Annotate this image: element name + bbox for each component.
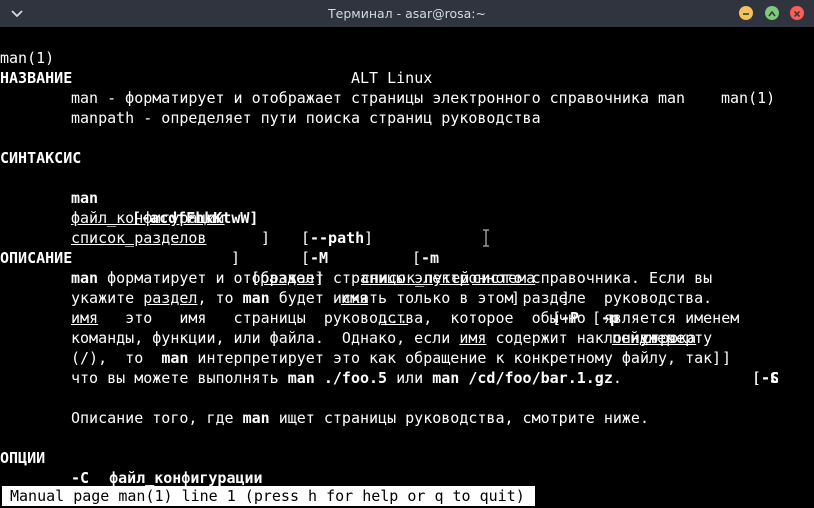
desc-text: что вы можете выполнять bbox=[71, 369, 288, 387]
option-arg: файл_конфигурации bbox=[109, 469, 263, 487]
desc-line-6: что вы можете выполнять man ./foo.5 или … bbox=[71, 368, 622, 388]
desc-text: форматирует и отображает страницы электр… bbox=[98, 269, 713, 287]
desc-man: man bbox=[71, 269, 99, 287]
section-description-heading: ОПИСАНИЕ bbox=[0, 249, 73, 267]
desc-man: man bbox=[242, 409, 270, 427]
syn-bracket: [ bbox=[412, 249, 422, 267]
syn-section-list: список_разделов bbox=[71, 229, 207, 247]
name-line-2: manpath - определяет пути поиска страниц… bbox=[71, 109, 541, 127]
desc-text: ищет страницы руководства, смотрите ниже… bbox=[269, 409, 649, 427]
header-center: ALT Linux bbox=[351, 69, 433, 87]
terminal-area[interactable]: man(1) ALT Linux man(1) НАЗВАНИЕ man - ф… bbox=[0, 27, 814, 508]
syn-S: -S bbox=[761, 369, 780, 387]
syn-m: -m bbox=[421, 249, 440, 267]
window-title: Терминал - asar@rosa:~ bbox=[328, 6, 486, 21]
window-titlebar[interactable]: Терминал - asar@rosa:~ bbox=[0, 0, 814, 27]
synopsis-line-2: файл_конфигурации ] [-M список_путей ] [… bbox=[71, 188, 791, 387]
section-name-heading: НАЗВАНИЕ bbox=[0, 69, 73, 87]
minimize-button[interactable] bbox=[739, 6, 753, 20]
close-button[interactable] bbox=[790, 6, 804, 20]
syn-bracket: [ bbox=[301, 229, 311, 247]
desc-text: интерпретирует это как обращение к конкр… bbox=[188, 349, 713, 367]
desc-line-2: укажите раздел, то man будет искать толь… bbox=[71, 288, 712, 308]
pager-status-line: Manual page man(1) line 1 (press h for h… bbox=[2, 486, 535, 506]
desc-text: (/), то bbox=[71, 349, 162, 367]
section-options-heading: ОПЦИИ bbox=[0, 449, 46, 467]
desc-text: команды, функции, или файла. Однако, есл… bbox=[71, 329, 460, 347]
header-right: man(1) bbox=[721, 89, 776, 107]
close-icon bbox=[793, 10, 801, 18]
syn-bracket: ] bbox=[364, 229, 374, 247]
header-left: man(1) bbox=[0, 49, 55, 67]
name-line-1: man - форматирует и отображает страницы … bbox=[71, 89, 686, 107]
desc-text: . bbox=[612, 369, 622, 387]
desc-man: man bbox=[242, 289, 270, 307]
desc-line-4: команды, функции, или файла. Однако, есл… bbox=[71, 328, 712, 348]
synopsis-line-1: man [-acdfFhkKtwW] [--path] [-m система … bbox=[71, 168, 791, 387]
desc-line-3: имя это имя страницы руководства, которо… bbox=[71, 308, 739, 328]
desc-line-5: (/), то man интерпретирует это как обращ… bbox=[71, 348, 712, 368]
desc-line-1: man форматирует и отображает страницы эл… bbox=[71, 268, 712, 288]
desc-text: это имя страницы руководства, которое об… bbox=[98, 309, 740, 327]
option-c: -C файл_конфигурации bbox=[71, 468, 263, 488]
desc-text: укажите bbox=[71, 289, 144, 307]
desc-man: man bbox=[161, 349, 189, 367]
syn-bracket: [ bbox=[301, 249, 311, 267]
desc-command: man ./foo.5 bbox=[287, 369, 388, 387]
section-synopsis-heading: СИНТАКСИС bbox=[0, 149, 82, 167]
minimize-icon bbox=[743, 13, 749, 15]
man-header: man(1) ALT Linux man(1) bbox=[0, 28, 814, 107]
desc-command: man /cd/foo/bar.1.gz bbox=[432, 369, 613, 387]
syn-M: -M bbox=[310, 249, 329, 267]
desc-text: Описание того, где bbox=[71, 409, 243, 427]
desc-line-7: Описание того, где man ищет страницы рук… bbox=[71, 408, 649, 428]
desc-name: имя bbox=[459, 329, 487, 347]
desc-text: , то bbox=[197, 289, 243, 307]
desc-text: или bbox=[387, 369, 433, 387]
synopsis-line-3: список_разделов ] [раздел] имя ... bbox=[71, 208, 791, 327]
text-cursor-icon bbox=[483, 229, 489, 247]
desc-section: раздел bbox=[143, 289, 198, 307]
desc-text: будет искать только в этом разделе руков… bbox=[269, 289, 713, 307]
syn-bracket: ] bbox=[231, 249, 241, 267]
maximize-button[interactable] bbox=[765, 6, 779, 20]
syn-bracket: [ bbox=[752, 369, 762, 387]
syn-bracket: ] bbox=[261, 229, 271, 247]
desc-name: имя bbox=[71, 309, 99, 327]
syn-bracket: ] bbox=[712, 349, 722, 367]
maximize-icon bbox=[768, 10, 776, 17]
option-flag: -C bbox=[71, 469, 90, 487]
syn-bracket: ] bbox=[722, 349, 732, 367]
desc-text: содержит наклонную черту bbox=[486, 329, 713, 347]
syn-path: --path bbox=[310, 229, 365, 247]
